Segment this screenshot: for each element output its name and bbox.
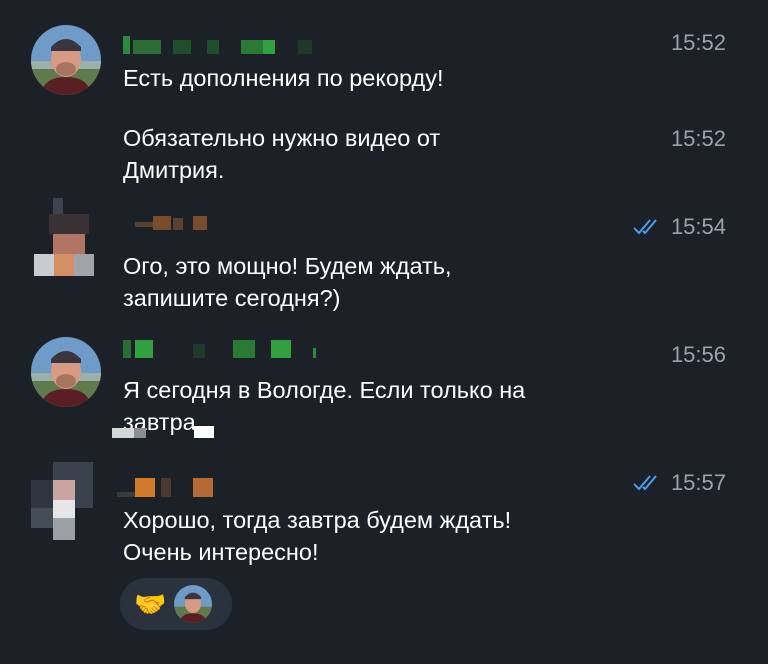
avatar-pixelated[interactable] (31, 462, 101, 540)
message-time: 15:52 (670, 126, 726, 151)
sender-name-redacted (123, 36, 323, 56)
message-text: Обязательно нужно видео от Дмитрия. (123, 125, 441, 183)
double-check-icon (633, 218, 663, 236)
text-redaction (112, 424, 222, 438)
message-text: Хорошо, тогда завтра будем ждать! Очень … (123, 507, 512, 565)
message-time: 15:56 (670, 342, 726, 367)
reactor-avatar (174, 585, 213, 623)
message-time: 15:57 (633, 470, 726, 496)
message-text: Есть дополнения по рекорду! (123, 65, 444, 91)
handshake-emoji: 🤝 (134, 589, 167, 619)
message-text: Ого, это мощно! Будем ждать, запишите се… (123, 253, 452, 311)
double-check-icon (633, 474, 663, 492)
sender-name-redacted (123, 214, 233, 234)
reaction-pill[interactable]: 🤝 (120, 578, 232, 630)
chat-message-list: 15:52 Есть дополнения по рекорду! 15:52 … (0, 0, 768, 664)
sender-name-redacted (117, 478, 233, 498)
avatar-pixelated[interactable] (31, 198, 101, 276)
message-time: 15:52 (670, 30, 726, 55)
avatar[interactable] (31, 337, 101, 407)
sender-name-redacted (123, 340, 323, 360)
avatar[interactable] (31, 25, 101, 95)
message-time: 15:54 (633, 214, 726, 240)
